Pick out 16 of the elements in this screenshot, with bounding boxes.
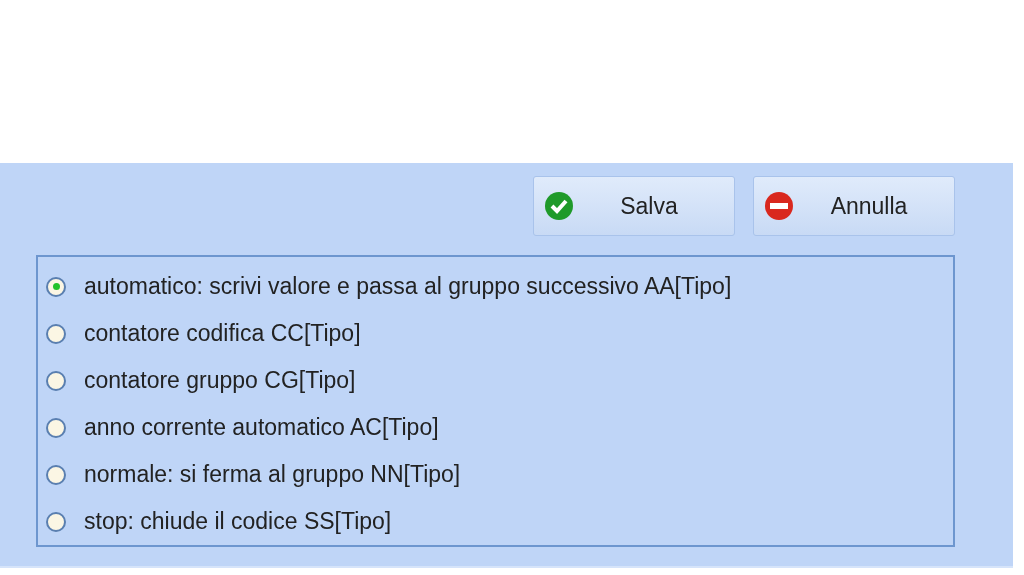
- no-entry-icon: [764, 191, 794, 221]
- radio-option[interactable]: stop: chiude il codice SS[Tipo]: [46, 498, 953, 545]
- radio-option[interactable]: automatico: scrivi valore e passa al gruppo successivo AA[Tipo]: [46, 263, 953, 310]
- radio-button[interactable]: [46, 276, 66, 297]
- radio-option[interactable]: contatore codifica CC[Tipo]: [46, 310, 953, 357]
- radio-option[interactable]: contatore gruppo CG[Tipo]: [46, 357, 953, 404]
- radio-button[interactable]: [46, 464, 66, 485]
- cancel-button[interactable]: Annulla: [753, 176, 955, 236]
- radio-button[interactable]: [46, 417, 66, 438]
- radio-button[interactable]: [46, 323, 66, 344]
- radio-button[interactable]: [46, 511, 66, 532]
- save-button[interactable]: Salva: [533, 176, 735, 236]
- radio-button[interactable]: [46, 370, 66, 391]
- radio-option[interactable]: normale: si ferma al gruppo NN[Tipo]: [46, 451, 953, 498]
- checkmark-icon: [544, 191, 574, 221]
- radio-option[interactable]: anno corrente automatico AC[Tipo]: [46, 404, 953, 451]
